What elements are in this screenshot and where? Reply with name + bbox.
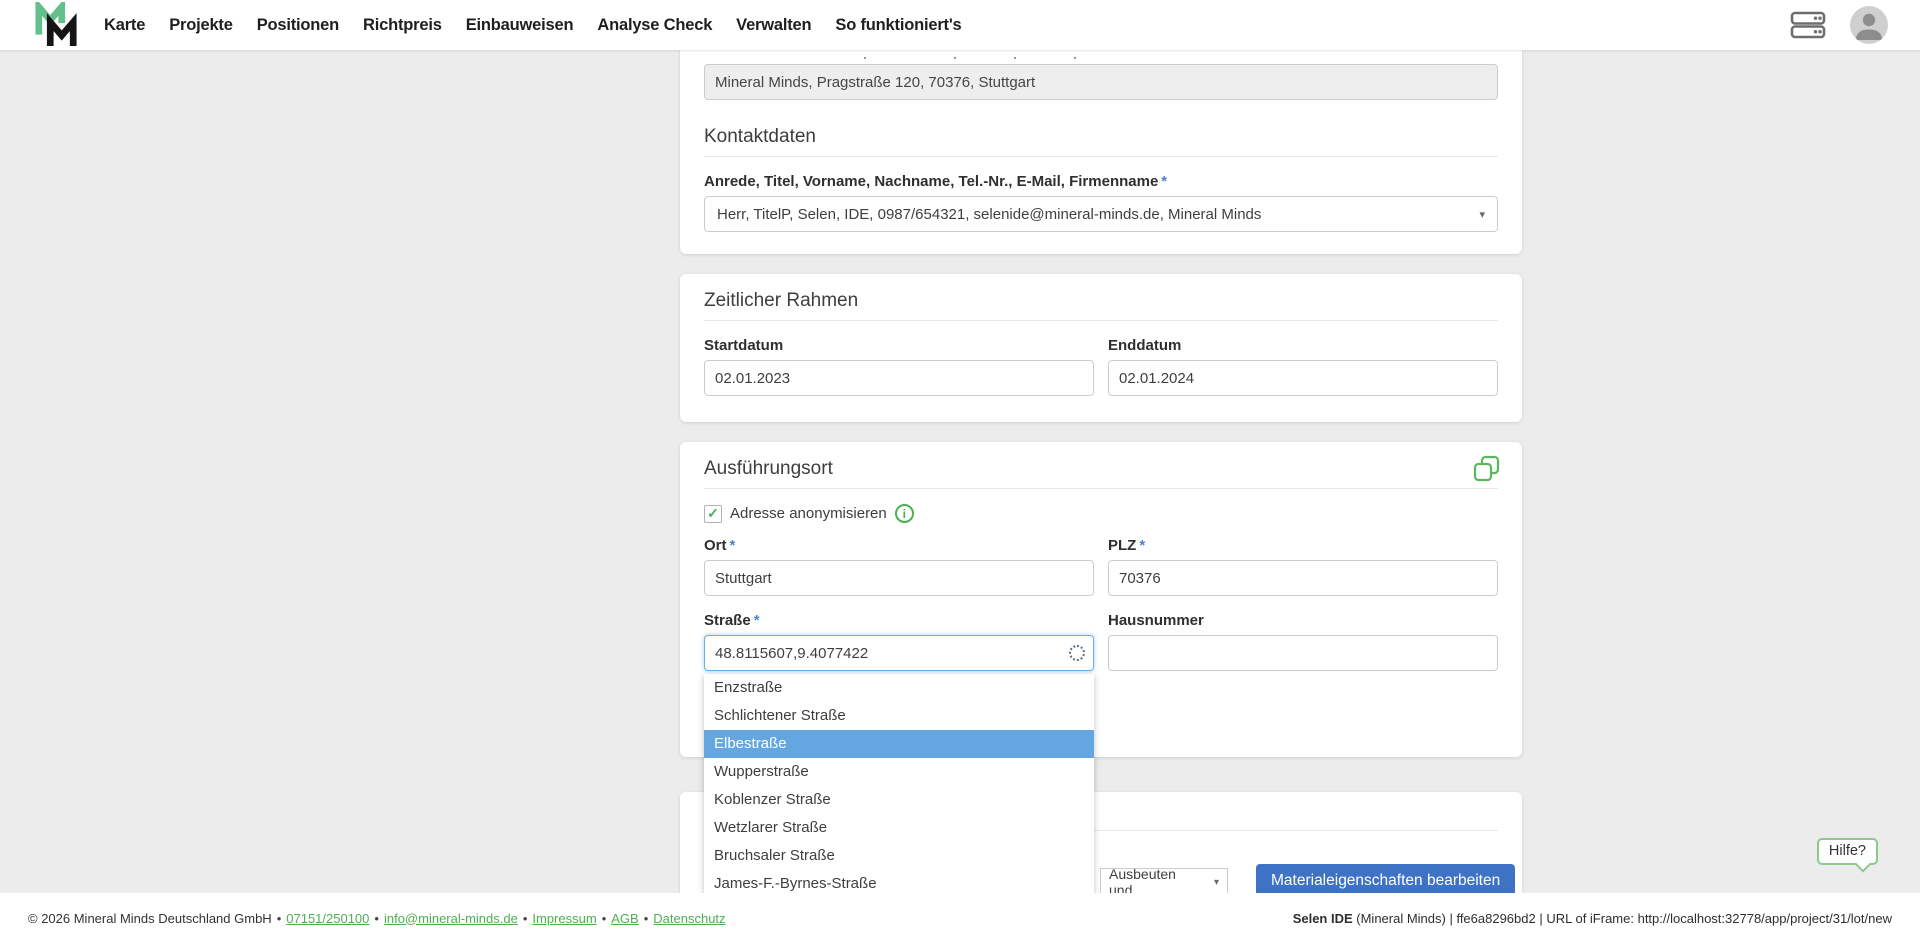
footer: © 2026 Mineral Minds Deutschland GmbH • 0… — [0, 893, 1920, 943]
required-asterisk: * — [730, 537, 736, 554]
strasse-input[interactable] — [704, 635, 1094, 671]
loading-spinner-icon — [1069, 645, 1085, 661]
nav-menu-item[interactable]: Projekte — [157, 16, 245, 35]
footer-links: • 07151/250100 • info@mineral-minds.de • Impr… — [272, 911, 726, 926]
divider — [704, 320, 1498, 321]
contact-person-select[interactable]: Herr, TitelP, Selen, IDE, 0987/654321, s… — [704, 196, 1498, 232]
client-address-field — [704, 64, 1498, 100]
footer-link[interactable]: Impressum — [532, 911, 596, 926]
person-icon — [1850, 6, 1888, 44]
contact-section-heading: Kontaktdaten — [704, 126, 1498, 148]
street-suggestion[interactable]: Enzstraße — [704, 674, 1094, 702]
plz-input[interactable] — [1108, 560, 1498, 596]
strasse-label: Straße* — [704, 612, 1094, 629]
ort-input[interactable] — [704, 560, 1094, 596]
form-column: Kontaktdaten Anrede, Titel, Vorname, Nac… — [680, 0, 1522, 943]
ort-label: Ort* — [704, 537, 1094, 554]
nav-menu-item[interactable]: Karte — [92, 16, 157, 35]
session-details: (Mineral Minds) | ffe6a8296bd2 | URL of … — [1353, 911, 1892, 926]
startdatum-input[interactable] — [704, 360, 1094, 396]
contact-person-selected-value: Herr, TitelP, Selen, IDE, 0987/654321, s… — [717, 206, 1261, 223]
copyright-text: © 2026 Mineral Minds Deutschland GmbH — [28, 911, 272, 926]
street-suggestion[interactable]: Wetzlarer Straße — [704, 814, 1094, 842]
server-icon[interactable] — [1790, 10, 1826, 40]
anonymize-label: Adresse anonymisieren — [730, 505, 887, 522]
street-suggestion[interactable]: Koblenzer Straße — [704, 786, 1094, 814]
mineral-minds-logo-icon[interactable] — [34, 2, 78, 48]
info-icon[interactable]: i — [895, 504, 914, 523]
ausbeuten-select[interactable]: Ausbeuten und... ▾ — [1100, 868, 1228, 896]
anonymize-checkbox[interactable]: ✓ — [704, 505, 722, 523]
startdatum-label: Startdatum — [704, 337, 1094, 354]
required-asterisk: * — [1161, 173, 1167, 190]
nav-menu-item[interactable]: Positionen — [245, 16, 351, 35]
divider — [704, 488, 1498, 489]
session-user: Selen IDE — [1293, 911, 1353, 926]
nav-menu-item[interactable]: Verwalten — [724, 16, 823, 35]
enddatum-input[interactable] — [1108, 360, 1498, 396]
caret-down-icon: ▾ — [1479, 208, 1485, 221]
footer-link[interactable]: AGB — [611, 911, 638, 926]
separator: • — [277, 911, 282, 926]
required-asterisk: * — [1139, 537, 1145, 554]
divider — [704, 156, 1498, 157]
plz-label: PLZ* — [1108, 537, 1498, 554]
clipped-label-remnant — [704, 50, 1498, 60]
enddatum-label: Enddatum — [1108, 337, 1498, 354]
street-suggestion[interactable]: Wupperstraße — [704, 758, 1094, 786]
location-card: Ausführungsort ✓ Adresse anonymisieren i… — [680, 442, 1522, 757]
street-suggestion[interactable]: Bruchsaler Straße — [704, 842, 1094, 870]
contact-person-label: Anrede, Titel, Vorname, Nachname, Tel.-N… — [704, 173, 1498, 190]
hausnummer-label: Hausnummer — [1108, 612, 1498, 629]
hausnummer-input[interactable] — [1108, 635, 1498, 671]
location-heading: Ausführungsort — [704, 458, 1498, 480]
footer-link[interactable]: 07151/250100 — [286, 911, 369, 926]
required-asterisk: * — [754, 612, 760, 629]
timeframe-card: Zeitlicher Rahmen Startdatum Enddatum — [680, 274, 1522, 422]
client-contact-card: Kontaktdaten Anrede, Titel, Vorname, Nac… — [680, 30, 1522, 254]
top-navbar: KarteProjektePositionenRichtpreisEinbauw… — [0, 0, 1920, 50]
timeframe-heading: Zeitlicher Rahmen — [704, 290, 1498, 312]
footer-link[interactable]: info@mineral-minds.de — [384, 911, 518, 926]
session-info: Selen IDE (Mineral Minds) | ffe6a8296bd2… — [1293, 911, 1892, 926]
footer-link[interactable]: Datenschutz — [653, 911, 725, 926]
street-suggestion[interactable]: Elbestraße — [704, 730, 1094, 758]
caret-down-icon: ▾ — [1214, 877, 1219, 888]
separator: • — [374, 911, 379, 926]
nav-menu-item[interactable]: So funktioniert's — [823, 16, 973, 35]
copy-icon[interactable] — [1473, 455, 1500, 482]
nav-menu-item[interactable]: Analyse Check — [585, 16, 724, 35]
separator: • — [602, 911, 607, 926]
nav-menu-item[interactable]: Richtpreis — [351, 16, 454, 35]
user-avatar[interactable] — [1850, 6, 1888, 44]
nav-menu-item[interactable]: Einbauweisen — [454, 16, 586, 35]
separator: • — [523, 911, 528, 926]
nav-menu: KarteProjektePositionenRichtpreisEinbauw… — [92, 16, 974, 35]
street-suggestion[interactable]: Schlichtener Straße — [704, 702, 1094, 730]
street-suggestion-dropdown: EnzstraßeSchlichtener StraßeElbestraßeWu… — [704, 674, 1094, 898]
separator: • — [644, 911, 649, 926]
help-button[interactable]: Hilfe? — [1817, 838, 1878, 865]
